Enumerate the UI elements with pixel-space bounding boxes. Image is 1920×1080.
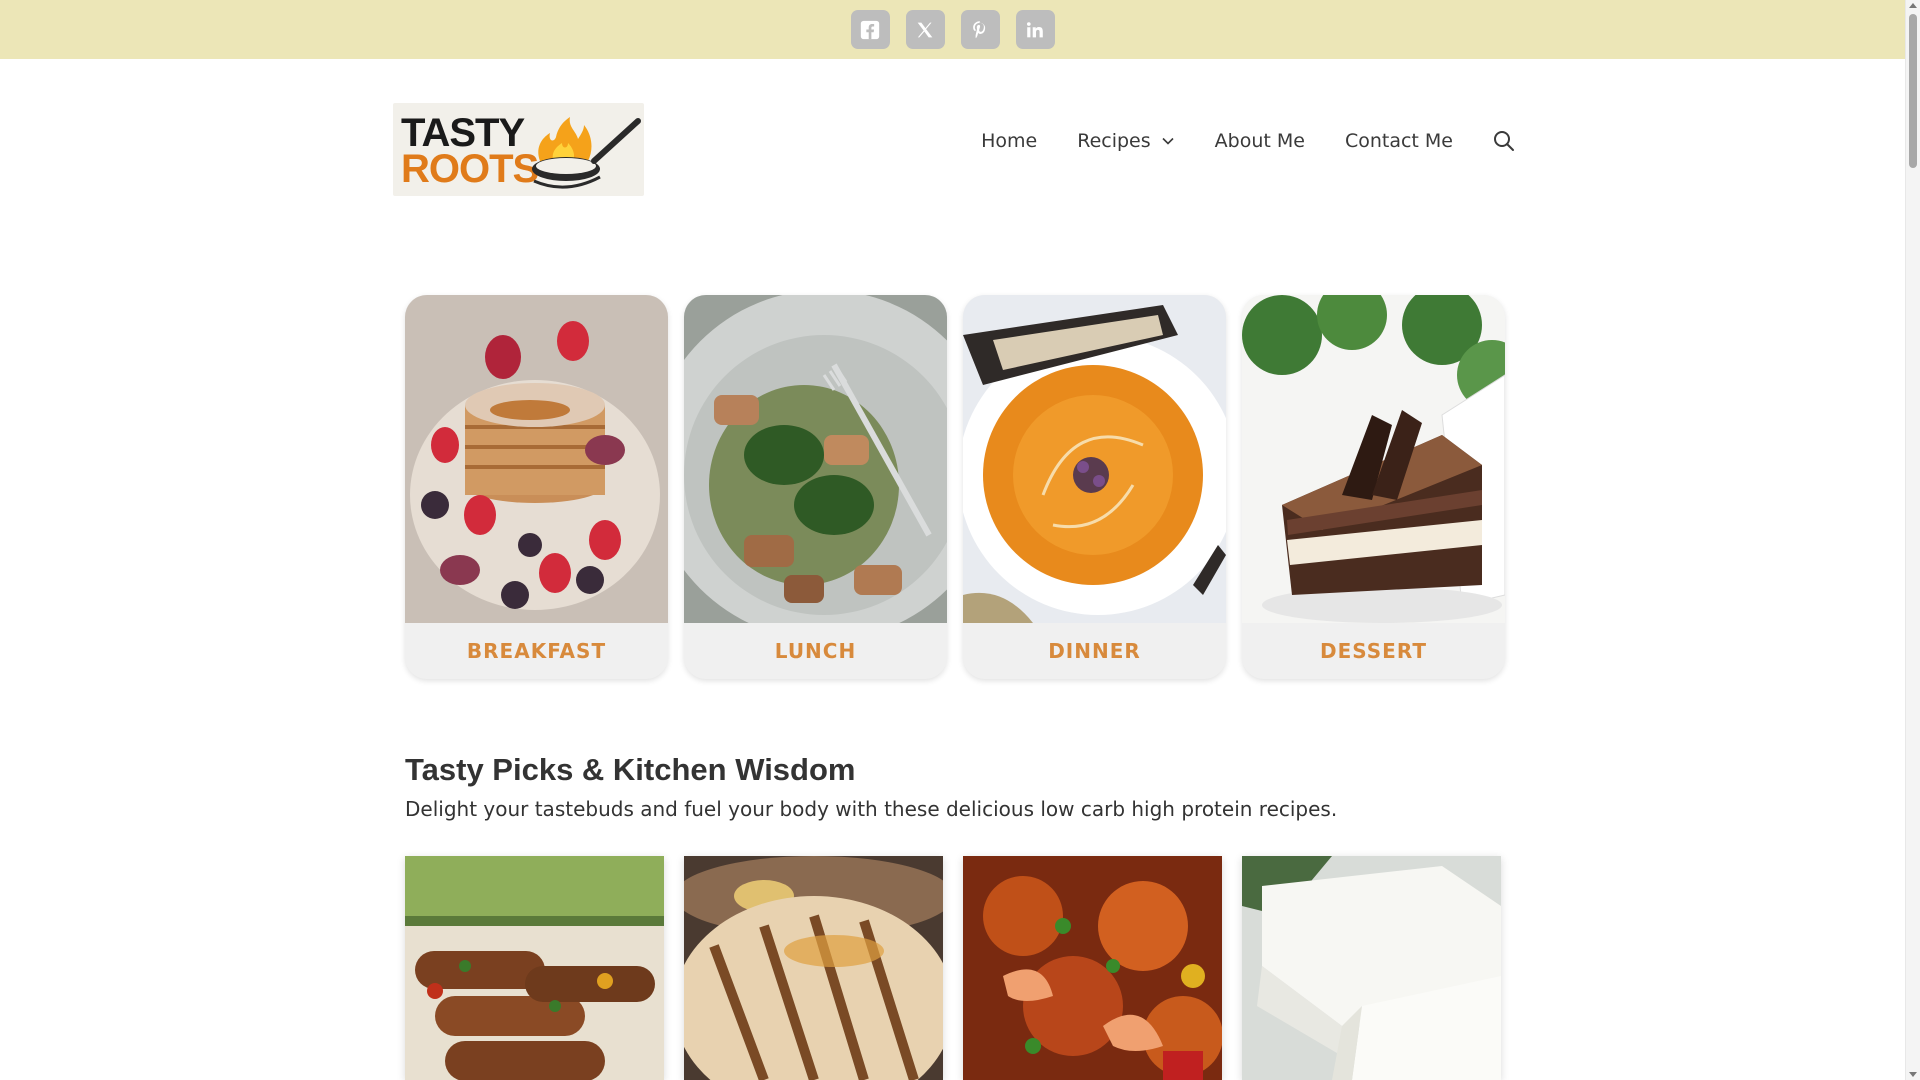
- chevron-down-icon[interactable]: [1161, 134, 1175, 148]
- shrimp-stew-image: [963, 856, 1222, 1080]
- category-card-breakfast[interactable]: BREAKFAST: [405, 295, 668, 679]
- category-card-dinner[interactable]: DINNER: [963, 295, 1226, 679]
- recipe-card-sausages[interactable]: [405, 856, 664, 1080]
- site-logo[interactable]: TASTY ROOTS: [393, 103, 644, 196]
- linkedin-icon: [1026, 21, 1043, 37]
- search-icon[interactable]: [1493, 130, 1515, 152]
- grilled-chicken-image: [684, 856, 943, 1080]
- social-bar: [0, 0, 1905, 59]
- pinterest-link[interactable]: [960, 10, 1000, 49]
- category-label-dessert: DESSERT: [1320, 639, 1427, 663]
- scroll-down-arrow-icon[interactable]: [1909, 1072, 1917, 1077]
- flaming-pan-icon: [532, 117, 641, 189]
- facebook-link[interactable]: [850, 10, 890, 49]
- nav-contact-label: Contact Me: [1344, 130, 1453, 152]
- main-navigation: Home Recipes About Me Contact Me: [981, 130, 1515, 152]
- pinterest-icon: [973, 20, 986, 38]
- breakfast-pancakes-image: [405, 295, 668, 623]
- section-title: Tasty Picks & Kitchen Wisdom: [405, 752, 856, 787]
- nav-recipes-label: Recipes: [1077, 130, 1151, 152]
- nav-home-label: Home: [981, 130, 1038, 152]
- linkedin-link[interactable]: [1015, 10, 1055, 49]
- category-card-lunch[interactable]: LUNCH: [684, 295, 947, 679]
- recipe-thumbnails: [405, 856, 1501, 1080]
- section-subtitle: Delight your tastebuds and fuel your bod…: [405, 797, 1338, 821]
- nav-contact[interactable]: Contact Me: [1345, 130, 1453, 152]
- x-twitter-icon: [917, 22, 933, 37]
- category-cards: BREAKFAST LUNCH DINNER DESSERT: [405, 295, 1505, 679]
- recipe-card-cheese[interactable]: [1242, 856, 1501, 1080]
- nav-about[interactable]: About Me: [1215, 130, 1305, 152]
- page-scrollbar[interactable]: [1905, 0, 1920, 1080]
- nav-recipes[interactable]: Recipes: [1077, 130, 1174, 152]
- category-card-dessert[interactable]: DESSERT: [1242, 295, 1505, 679]
- recipe-card-grilled-chicken[interactable]: [684, 856, 943, 1080]
- scroll-up-arrow-icon[interactable]: [1909, 3, 1917, 8]
- grilled-sausages-image: [405, 856, 664, 1080]
- scrollbar-thumb[interactable]: [1909, 14, 1917, 168]
- facebook-icon: [860, 20, 880, 39]
- nav-home[interactable]: Home: [981, 130, 1037, 152]
- nav-about-label: About Me: [1214, 130, 1305, 152]
- category-label-breakfast: BREAKFAST: [466, 639, 607, 663]
- category-label-dinner: DINNER: [1048, 639, 1141, 663]
- dessert-chocolate-cake-image: [1242, 295, 1505, 623]
- category-label-lunch: LUNCH: [774, 639, 857, 663]
- recipe-card-shrimp-stew[interactable]: [963, 856, 1222, 1080]
- dinner-soup-image: [963, 295, 1226, 623]
- x-link[interactable]: [905, 10, 945, 49]
- white-cheese-image: [1242, 856, 1501, 1080]
- lunch-pasta-chicken-image: [684, 295, 947, 640]
